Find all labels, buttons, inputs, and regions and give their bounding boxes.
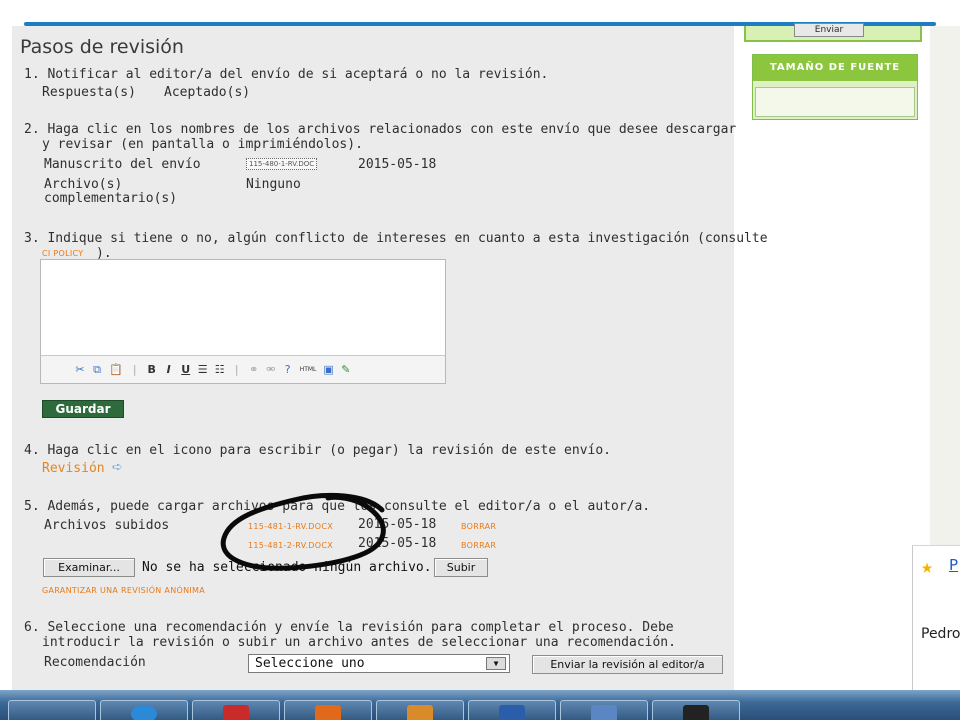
anonymous-review-link[interactable]: GARANTIZAR UNA REVISIÓN ANÓNIMA xyxy=(42,586,205,595)
uploaded-file-2-delete[interactable]: BORRAR xyxy=(461,541,496,550)
supplementary-label-line-1: Archivo(s) xyxy=(44,177,123,192)
html-source-icon[interactable]: HTML xyxy=(300,366,317,373)
recommendation-select-value: Seleccione uno xyxy=(255,656,365,671)
paste-icon[interactable]: 📋 xyxy=(109,363,123,376)
step-4-text: 4. Haga clic en el icono para escribir (… xyxy=(24,443,611,458)
italic-icon[interactable]: I xyxy=(164,363,174,376)
unlink-icon[interactable]: ⚮ xyxy=(266,363,276,376)
review-link[interactable]: Revisión xyxy=(42,461,105,476)
toolbar-divider: | xyxy=(132,363,137,376)
os-taskbar xyxy=(0,690,960,720)
page-right-margin xyxy=(930,26,960,546)
cut-icon[interactable]: ✂ xyxy=(75,363,85,376)
copy-icon[interactable]: ⧉ xyxy=(92,363,102,377)
taskbar-app-orange[interactable] xyxy=(284,700,372,720)
font-size-title: TAMAÑO DE FUENTE xyxy=(753,55,917,81)
popup-user-name: Pedro xyxy=(921,626,960,642)
star-icon: ★ xyxy=(921,554,934,578)
pencil-arrow-icon[interactable]: ➪ xyxy=(112,460,123,475)
step-6-text-line-1: 6. Seleccione una recomendación y envíe … xyxy=(24,620,674,635)
insert-icon[interactable]: ✎ xyxy=(341,363,351,376)
toolbar-divider: | xyxy=(234,363,239,376)
supplementary-label-line-2: complementario(s) xyxy=(44,191,178,206)
recommendation-label: Recomendación xyxy=(44,655,146,670)
popup-link[interactable]: P xyxy=(949,556,958,574)
step-6-text-line-2: introducir la revisión o subir un archiv… xyxy=(42,635,676,650)
manuscript-label: Manuscrito del envío xyxy=(44,157,201,172)
uploaded-file-1-delete[interactable]: BORRAR xyxy=(461,522,496,531)
step-2-text-line-2: y revisar (en pantalla o imprimiéndolos)… xyxy=(42,137,363,152)
taskbar-app-dark[interactable] xyxy=(652,700,740,720)
send-review-button[interactable]: Enviar la revisión al editor/a xyxy=(532,655,723,674)
help-icon[interactable]: ? xyxy=(283,363,293,376)
manuscript-file-link[interactable]: 115-480-1-RV.DOC xyxy=(246,158,318,170)
numbered-list-icon[interactable]: ☷ xyxy=(215,363,225,376)
underline-icon[interactable]: U xyxy=(181,363,191,376)
taskbar-app-red[interactable] xyxy=(192,700,280,720)
font-size-panel: TAMAÑO DE FUENTE xyxy=(752,54,918,120)
conflict-of-interest-editor[interactable]: ✂ ⧉ 📋 | B I U ☰ ☷ | ⚭ ⚮ ? HTML ▣ ✎ xyxy=(40,259,446,384)
step-1-text: 1. Notificar al editor/a del envío de si… xyxy=(24,67,549,82)
editor-toolbar: ✂ ⧉ 📋 | B I U ☰ ☷ | ⚭ ⚮ ? HTML ▣ ✎ xyxy=(41,355,445,383)
hand-drawn-circle-annotation xyxy=(220,492,386,571)
bold-icon[interactable]: B xyxy=(147,363,157,376)
step-1-response-value: Aceptado(s) xyxy=(164,85,251,100)
sidebar-send-block: Enviar xyxy=(744,23,922,42)
taskbar-start-button[interactable] xyxy=(8,700,96,720)
uploaded-files-label: Archivos subidos xyxy=(44,518,170,533)
notification-popup: ★ P Pedro xyxy=(912,545,960,705)
taskbar-app-window[interactable] xyxy=(560,700,648,720)
taskbar-app-media[interactable] xyxy=(376,700,464,720)
step-1-response-label: Respuesta(s) xyxy=(42,85,136,100)
supplementary-value: Ninguno xyxy=(246,177,301,192)
chevron-down-icon[interactable]: ▼ xyxy=(486,657,506,670)
sidebar xyxy=(734,26,930,690)
taskbar-app-word[interactable] xyxy=(468,700,556,720)
manuscript-date: 2015-05-18 xyxy=(358,157,437,172)
recommendation-select[interactable]: Seleccione uno ▼ xyxy=(248,654,510,673)
step-3-text-line-1: 3. Indique si tiene o no, algún conflict… xyxy=(24,231,768,246)
page-title: Pasos de revisión xyxy=(20,36,184,58)
image-icon[interactable]: ▣ xyxy=(323,363,333,376)
link-icon[interactable]: ⚭ xyxy=(249,363,259,376)
ci-policy-link[interactable]: CI POLICY xyxy=(42,249,83,258)
save-button[interactable]: Guardar xyxy=(42,400,124,418)
bullet-list-icon[interactable]: ☰ xyxy=(198,363,208,376)
font-size-controls[interactable] xyxy=(755,87,915,117)
upload-button[interactable]: Subir xyxy=(434,558,488,577)
sidebar-send-button[interactable]: Enviar xyxy=(794,23,864,37)
step-2-text-line-1: 2. Haga clic en los nombres de los archi… xyxy=(24,122,737,137)
browse-button[interactable]: Examinar... xyxy=(43,558,135,577)
taskbar-app-browser[interactable] xyxy=(100,700,188,720)
